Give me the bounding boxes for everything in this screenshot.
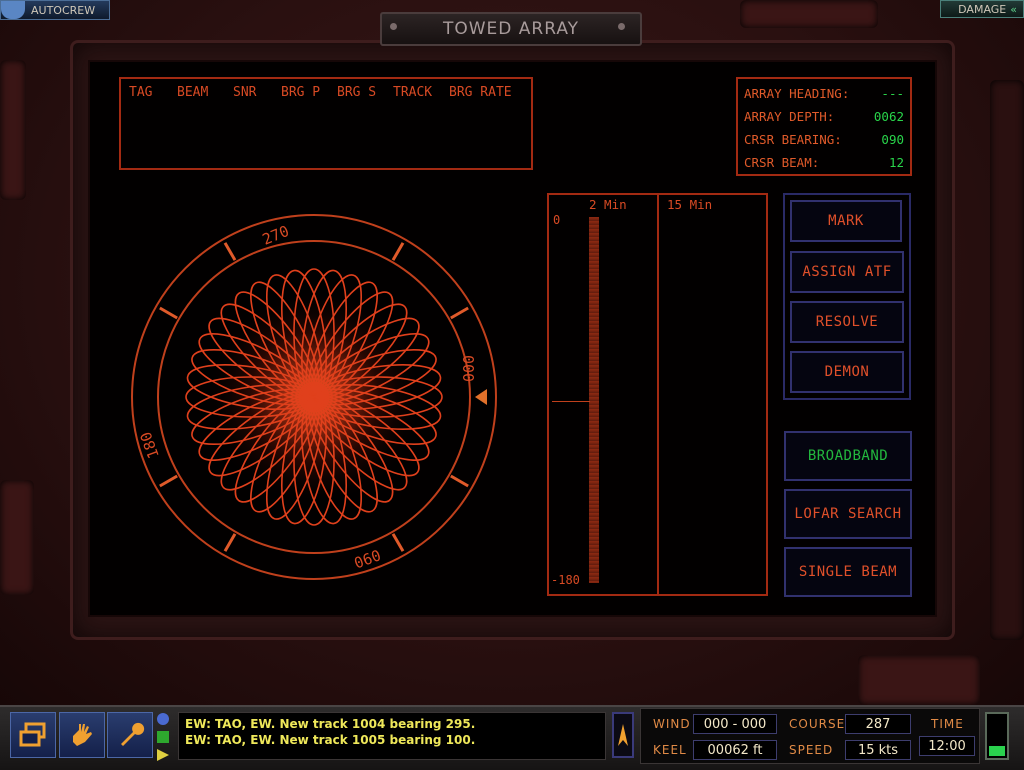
contacts-table-header: TAG BEAM SNR BRG P BRG S TRACK BRG RATE [121, 85, 531, 101]
waterfall-tick-top: 0 [553, 213, 561, 227]
col-beam: BEAM [177, 85, 209, 100]
col-track: TRACK [393, 85, 433, 100]
array-heading-value: --- [881, 86, 904, 101]
play-icon[interactable] [157, 749, 169, 761]
waterfall-header-2min: 2 Min [589, 197, 627, 212]
chevron-double-left-icon: « [1010, 2, 1017, 16]
mark-button[interactable]: MARK [790, 200, 902, 242]
bearing-cursor-marker[interactable] [475, 389, 487, 405]
compass-button[interactable] [612, 712, 634, 758]
power-gauge [985, 712, 1009, 760]
message-line: EW: TAO, EW. New track 1004 bearing 295. [185, 717, 476, 731]
array-depth-row: ARRAY DEPTH: 0062 [744, 109, 904, 124]
mode-dot-icon[interactable] [157, 713, 169, 725]
demon-button[interactable]: DEMON [790, 351, 904, 393]
lofar-search-button[interactable]: LOFAR SEARCH [784, 489, 912, 539]
window-title: TOWED ARRAY [380, 12, 642, 46]
frame-edge-right [990, 80, 1024, 640]
message-line: EW: TAO, EW. New track 1005 bearing 100. [185, 733, 476, 747]
message-log: EW: TAO, EW. New track 1004 bearing 295.… [178, 712, 606, 760]
bearing-tick [450, 474, 469, 488]
bearing-tick [223, 242, 237, 261]
title-screw-right [618, 23, 625, 30]
navigation-panel: WIND 000 - 000 COURSE 287 TIME KEEL 0006… [640, 708, 980, 764]
bearing-tick [391, 533, 405, 552]
time-label: TIME [931, 717, 964, 731]
col-brg-rate: BRG RATE [449, 85, 512, 100]
frame-latch-bottom-right [858, 655, 980, 705]
waterfall-cursor-line [552, 401, 590, 402]
bearing-tick [159, 306, 178, 320]
frame-latch-top-right [740, 0, 878, 28]
keel-value: 00062 ft [693, 740, 777, 760]
array-depth-value: 0062 [873, 109, 904, 124]
hand-icon [73, 724, 92, 746]
bearing-time-waterfall[interactable]: 2 Min 15 Min 0 -180 [547, 193, 768, 596]
autocrew-label: AUTOCREW [31, 3, 96, 17]
col-snr: SNR [233, 85, 257, 100]
cursor-bearing-row: CRSR BEARING: 090 [744, 132, 904, 147]
speed-label: SPEED [789, 743, 834, 757]
contacts-table: TAG BEAM SNR BRG P BRG S TRACK BRG RATE [119, 77, 533, 170]
bearing-tick [223, 533, 237, 552]
col-tag: TAG [129, 85, 153, 100]
bearing-label-000: 000 [459, 355, 477, 382]
waterfall-trace [589, 217, 599, 583]
assign-atf-button[interactable]: ASSIGN ATF [790, 251, 904, 293]
waterfall-tick-bottom: -180 [551, 573, 580, 587]
windows-button[interactable] [10, 712, 56, 758]
damage-button[interactable]: DAMAGE « [940, 0, 1024, 18]
bearing-tick [391, 242, 405, 261]
hand-button[interactable] [59, 712, 105, 758]
crew-avatar-icon [1, 1, 25, 19]
col-brg-s: BRG S [337, 85, 377, 100]
single-beam-button[interactable]: SINGLE BEAM [784, 547, 912, 597]
cursor-bearing-value: 090 [881, 132, 904, 147]
waterfall-header-15min: 15 Min [667, 197, 713, 212]
beam-pattern-display[interactable]: 270 000 180 090 [125, 205, 505, 590]
array-heading-row: ARRAY HEADING: --- [744, 86, 904, 101]
compass-arrow-icon [618, 724, 628, 746]
course-value[interactable]: 287 [845, 714, 911, 734]
cursor-beam-row: CRSR BEAM: 12 [744, 155, 904, 170]
bearing-tick [450, 306, 469, 320]
mode-square-icon[interactable] [157, 731, 169, 743]
power-gauge-fill [989, 746, 1005, 756]
wind-value: 000 - 000 [693, 714, 777, 734]
time-value: 12:00 [919, 736, 975, 756]
frame-latch-left-lower [0, 480, 34, 595]
wrench-icon [121, 722, 145, 746]
cursor-beam-value: 12 [888, 155, 904, 170]
col-brg-p: BRG P [281, 85, 321, 100]
autocrew-button[interactable]: AUTOCREW [0, 0, 110, 20]
course-label: COURSE [789, 717, 846, 731]
waterfall-divider [657, 195, 659, 594]
damage-label: DAMAGE [958, 2, 1007, 16]
bearing-label-270: 270 [260, 222, 292, 249]
wind-label: WIND [653, 717, 691, 731]
title-screw-left [390, 23, 397, 30]
frame-latch-left [0, 60, 26, 200]
bearing-label-180: 180 [137, 429, 163, 461]
array-status-panel: ARRAY HEADING: --- ARRAY DEPTH: 0062 CRS… [736, 77, 912, 176]
resolve-button[interactable]: RESOLVE [790, 301, 904, 343]
keel-label: KEEL [653, 743, 687, 757]
broadband-button[interactable]: BROADBAND [784, 431, 912, 481]
speed-value[interactable]: 15 kts [845, 740, 911, 760]
windows-icon [19, 722, 46, 747]
wrench-button[interactable] [107, 712, 153, 758]
bearing-tick [159, 474, 178, 488]
